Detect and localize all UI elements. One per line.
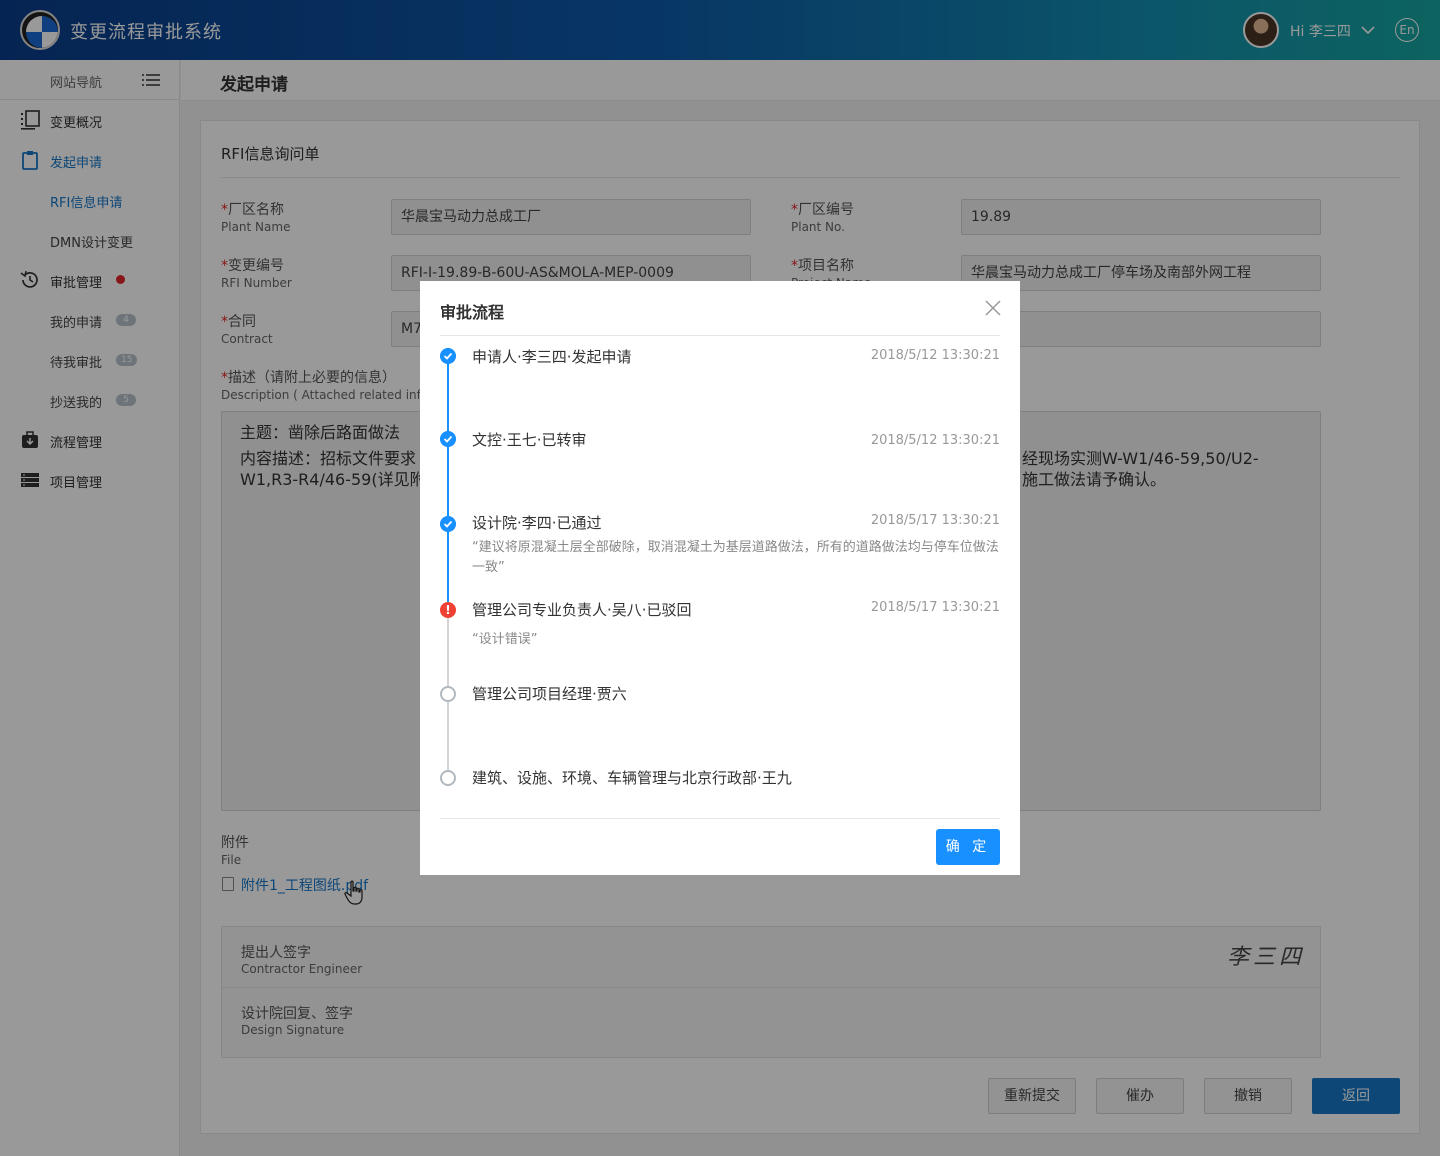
dialog-title: 审批流程: [440, 303, 505, 322]
timeline-step-title: 建筑、设施、环境、车辆管理与北京行政部·王九: [472, 769, 792, 787]
timeline-connector: [447, 447, 449, 516]
timeline-step-comment: “设计错误”: [472, 632, 538, 647]
check-circle-icon: [440, 348, 456, 364]
error-circle-icon: !: [440, 602, 456, 618]
timeline-step-time: 2018/5/12 13:30:21: [870, 433, 1000, 448]
timeline-step-title: 文控·王七·已转审: [472, 431, 587, 449]
timeline-connector: [447, 532, 449, 602]
close-icon[interactable]: [984, 299, 1002, 317]
pending-circle-icon: [440, 770, 456, 786]
timeline-step-time: 2018/5/17 13:30:21: [870, 513, 1000, 528]
pending-circle-icon: [440, 686, 456, 702]
timeline-step-time: 2018/5/17 13:30:21: [870, 600, 1000, 615]
timeline-connector: [447, 702, 449, 770]
timeline-step-title: 管理公司项目经理·贾六: [472, 685, 627, 703]
check-circle-icon: [440, 516, 456, 532]
timeline-step-title: 管理公司专业负责人·吴八·已驳回: [472, 601, 692, 619]
confirm-button[interactable]: 确 定: [936, 829, 1000, 865]
timeline-step-time: 2018/5/12 13:30:21: [870, 348, 1000, 363]
timeline-step-comment: “建议将原混凝土层全部破除，取消混凝土为基层道路做法，所有的道路做法均与停车位做…: [472, 540, 999, 575]
divider: [440, 335, 1000, 336]
divider: [440, 818, 1000, 819]
timeline-step-title: 申请人·李三四·发起申请: [472, 348, 632, 366]
timeline-step-title: 设计院·李四·已通过: [472, 514, 602, 532]
timeline-connector: [447, 618, 449, 686]
approval-flow-dialog: 审批流程 申请人·李三四·发起申请 2018/5/12 13:30:21 文控·…: [420, 281, 1020, 875]
check-circle-icon: [440, 431, 456, 447]
timeline-connector: [447, 364, 449, 431]
